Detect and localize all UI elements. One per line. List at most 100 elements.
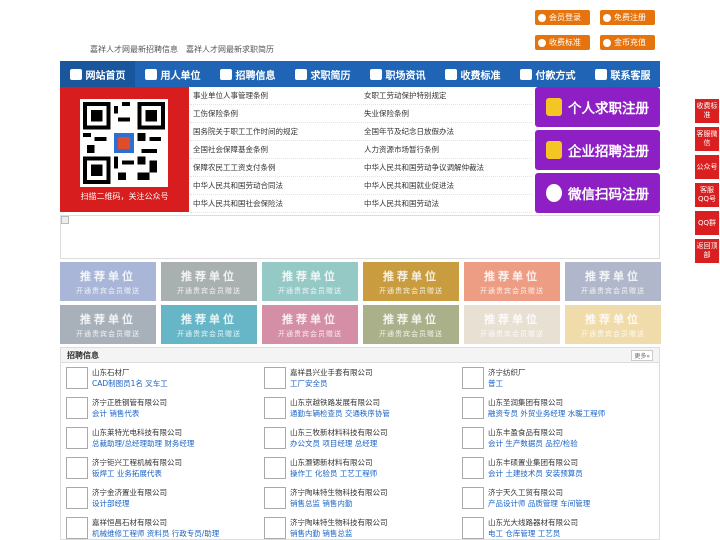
company-name[interactable]: 山东三牧新材料科技有限公司 (290, 427, 388, 438)
nav-resumes[interactable]: 求职简历 (285, 61, 360, 87)
news-link[interactable]: 事业单位人事管理条例 (190, 90, 361, 101)
news-link[interactable]: 国务院关于职工工作时间的规定 (190, 126, 361, 137)
company-jobs[interactable]: 销售内勤 销售总监 (290, 528, 388, 539)
company-logo[interactable] (66, 517, 88, 539)
company-jobs[interactable]: 操作工 化验员 工艺工程师 (290, 468, 377, 479)
nav-pricing[interactable]: 收费标准 (435, 61, 510, 87)
company-name[interactable]: 山东丰硕置业集团有限公司 (488, 457, 583, 468)
company-name[interactable]: 济宁陶味特生物科技有限公司 (290, 517, 388, 528)
company-name[interactable]: 济宁钜兴工程机械有限公司 (92, 457, 182, 468)
company-name[interactable]: 山东圣润集团有限公司 (488, 397, 605, 408)
sidebar-button[interactable]: 收费标准 (695, 99, 719, 123)
ad-banner[interactable] (60, 215, 660, 259)
company-jobs[interactable]: 工厂安全员 (290, 378, 373, 389)
company-name[interactable]: 嘉祥恒昌石材有限公司 (92, 517, 219, 528)
news-link[interactable]: 全国年节及纪念日放假办法 (361, 126, 532, 137)
news-link[interactable]: 全国社会保障基金条例 (190, 144, 361, 155)
company-jobs[interactable]: 办公文员 项目经理 总经理 (290, 438, 388, 449)
company-name[interactable]: 山东莱特光电科技有限公司 (92, 427, 194, 438)
company-name[interactable]: 嘉祥县兴业手套有限公司 (290, 367, 373, 378)
news-link[interactable]: 中华人民共和国劳动争议调解仲裁法 (361, 162, 532, 173)
sidebar-button[interactable]: 客服微信 (695, 127, 719, 151)
company-jobs[interactable]: 总裁助理/总经理助理 财务经理 (92, 438, 194, 449)
sidebar-button[interactable]: 公众号 (695, 155, 719, 179)
nav-home[interactable]: 网站首页 (60, 61, 135, 87)
news-link[interactable]: 中华人民共和国劳动法 (361, 198, 532, 209)
news-link[interactable]: 失业保险条例 (361, 108, 532, 119)
company-name[interactable]: 山东丰盈食品有限公司 (488, 427, 578, 438)
company-logo[interactable] (462, 457, 484, 479)
recommended-slot[interactable]: 推荐单位 开通贵宾会员赠送 (60, 262, 156, 301)
sidebar-button[interactable]: QQ群 (695, 211, 719, 235)
recommended-slot[interactable]: 推荐单位 开通贵宾会员赠送 (161, 262, 257, 301)
recommended-slot[interactable]: 推荐单位 开通贵宾会员赠送 (565, 305, 661, 344)
company-name[interactable]: 山东石材厂 (92, 367, 168, 378)
latest-resumes-link[interactable]: 嘉祥人才网最新求职简历 (186, 44, 274, 55)
company-logo[interactable] (264, 487, 286, 509)
company-jobs[interactable]: 销售总监 销售内勤 (290, 498, 388, 509)
company-jobs[interactable]: 会计 生产数据员 品控/检验 (488, 438, 578, 449)
job-seeker-register-button[interactable]: 个人求职注册 (535, 87, 660, 127)
company-logo[interactable] (264, 397, 286, 419)
news-link[interactable]: 保障农民工工资支付条例 (190, 162, 361, 173)
recommended-slot[interactable]: 推荐单位 开通贵宾会员赠送 (464, 262, 560, 301)
company-jobs[interactable]: 钣焊工 业务拓展代表 (92, 468, 182, 479)
recommended-slot[interactable]: 推荐单位 开通贵宾会员赠送 (363, 305, 459, 344)
recommended-slot[interactable]: 推荐单位 开通贵宾会员赠送 (60, 305, 156, 344)
company-logo[interactable] (462, 397, 484, 419)
nav-contact[interactable]: 联系客服 (585, 61, 660, 87)
company-name[interactable]: 济宁正胜钢管有限公司 (92, 397, 167, 408)
company-name[interactable]: 济宁纺织厂 (488, 367, 526, 378)
register-button[interactable]: 免费注册 (600, 10, 655, 25)
company-jobs[interactable]: 融资专员 外贸业务经理 水暖工程师 (488, 408, 605, 419)
company-logo[interactable] (264, 367, 286, 389)
company-logo[interactable] (66, 367, 88, 389)
news-link[interactable]: 人力资源市场暂行条例 (361, 144, 532, 155)
nav-employers[interactable]: 用人单位 (135, 61, 210, 87)
company-logo[interactable] (66, 397, 88, 419)
recommended-slot[interactable]: 推荐单位 开通贵宾会员赠送 (262, 262, 358, 301)
company-jobs[interactable]: 通勤车辆检查员 交通秩序协管 (290, 408, 390, 419)
company-name[interactable]: 山东光大线路器材有限公司 (488, 517, 578, 528)
news-link[interactable]: 中华人民共和国就业促进法 (361, 180, 532, 191)
company-logo[interactable] (264, 457, 286, 479)
recharge-button[interactable]: 金币充值 (600, 35, 655, 50)
sidebar-button[interactable]: 客服QQ号 (695, 183, 719, 207)
company-name[interactable]: 山东京越铁路发展有限公司 (290, 397, 390, 408)
news-link[interactable]: 中华人民共和国劳动合同法 (190, 180, 361, 191)
company-logo[interactable] (264, 517, 286, 539)
nav-jobs[interactable]: 招聘信息 (210, 61, 285, 87)
company-name[interactable]: 济宁陶味特生物科技有限公司 (290, 487, 388, 498)
nav-news[interactable]: 职场资讯 (360, 61, 435, 87)
more-link[interactable]: 更多» (631, 349, 653, 361)
company-logo[interactable] (462, 487, 484, 509)
company-jobs[interactable]: 会计 土建技术员 安装预算员 (488, 468, 583, 479)
latest-jobs-link[interactable]: 嘉祥人才网最新招聘信息 (90, 44, 178, 55)
company-name[interactable]: 济宁天久工贸有限公司 (488, 487, 590, 498)
company-name[interactable]: 济宁金济置业有限公司 (92, 487, 167, 498)
nav-payment[interactable]: 付款方式 (510, 61, 585, 87)
company-jobs[interactable]: 普工 (488, 378, 526, 389)
login-button[interactable]: 会员登录 (535, 10, 590, 25)
company-logo[interactable] (462, 517, 484, 539)
recommended-slot[interactable]: 推荐单位 开通贵宾会员赠送 (363, 262, 459, 301)
recommended-slot[interactable]: 推荐单位 开通贵宾会员赠送 (464, 305, 560, 344)
news-link[interactable]: 工伤保险条例 (190, 108, 361, 119)
company-jobs[interactable]: 电工 仓库管理 工艺员 (488, 528, 578, 539)
sidebar-button[interactable]: 返回顶部 (695, 239, 719, 263)
company-jobs[interactable]: 会计 销售代表 (92, 408, 167, 419)
wechat-register-button[interactable]: 微信扫码注册 (535, 173, 660, 213)
company-logo[interactable] (462, 427, 484, 449)
recommended-slot[interactable]: 推荐单位 开通贵宾会员赠送 (262, 305, 358, 344)
company-logo[interactable] (462, 367, 484, 389)
company-jobs[interactable]: 设计部经理 (92, 498, 167, 509)
employer-register-button[interactable]: 企业招聘注册 (535, 130, 660, 170)
company-name[interactable]: 山东灏锶新材料有限公司 (290, 457, 377, 468)
company-logo[interactable] (264, 427, 286, 449)
company-logo[interactable] (66, 487, 88, 509)
company-jobs[interactable]: 机械维修工程师 资料员 行政专员/助理 (92, 528, 219, 539)
news-link[interactable]: 女职工劳动保护特别规定 (361, 90, 532, 101)
company-jobs[interactable]: 产品设计师 品质管理 车间管理 (488, 498, 590, 509)
company-logo[interactable] (66, 457, 88, 479)
news-link[interactable]: 中华人民共和国社会保险法 (190, 198, 361, 209)
